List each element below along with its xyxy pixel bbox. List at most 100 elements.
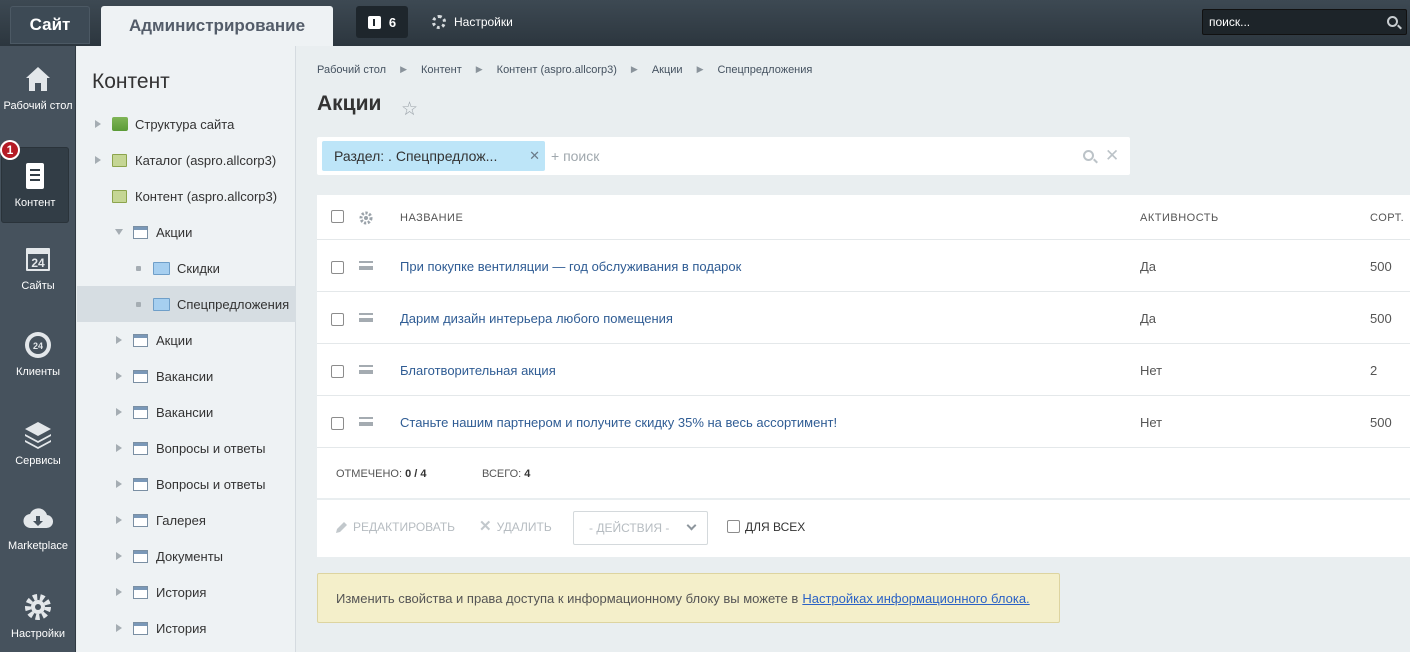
tree-item-label: История: [156, 584, 207, 600]
gear-icon[interactable]: [359, 211, 373, 225]
breadcrumb-separator-icon: ▶: [630, 64, 638, 74]
tree-item-label: История: [156, 620, 207, 636]
breadcrumb-item[interactable]: Контент: [421, 64, 462, 76]
favorite-star-icon[interactable]: ☆: [401, 98, 418, 121]
nav-desktop-label: Рабочий стол: [3, 100, 73, 112]
checked-label: ОТМЕЧЕНО:: [336, 468, 402, 480]
expand-arrow-icon[interactable]: [95, 156, 101, 164]
tree-item-site-structure[interactable]: Структура сайта: [77, 106, 296, 142]
tab-administration[interactable]: Администрирование: [101, 6, 333, 46]
breadcrumb-item[interactable]: Спецпредложения: [717, 64, 812, 76]
search-icon[interactable]: [1387, 16, 1398, 27]
row-checkbox[interactable]: [331, 417, 344, 430]
row-checkbox[interactable]: [331, 313, 344, 326]
tree-item-catalog[interactable]: Каталог (aspro.allcorp3): [77, 142, 296, 178]
chip-close-icon[interactable]: ✕: [529, 148, 540, 164]
expand-arrow-icon[interactable]: [116, 624, 122, 632]
tree-item-content-aspro[interactable]: Контент (aspro.allcorp3): [77, 178, 296, 214]
row-checkbox[interactable]: [331, 365, 344, 378]
tree-item-special-offers[interactable]: Спецпредложения: [77, 286, 296, 322]
iblock-icon: [133, 585, 148, 599]
expand-arrow-icon[interactable]: [95, 120, 101, 128]
breadcrumb-item[interactable]: Контент (aspro.allcorp3): [497, 64, 617, 76]
row-menu-icon[interactable]: [359, 313, 373, 322]
tree-item-faq[interactable]: Вопросы и ответы: [77, 430, 296, 466]
tree-item-label: Скидки: [177, 260, 220, 276]
layers-icon: [25, 422, 51, 449]
tree-item-label: Спецпредложения: [177, 296, 290, 312]
row-sort: 500: [1370, 259, 1392, 274]
row-menu-icon[interactable]: [359, 417, 373, 426]
edit-button[interactable]: РЕДАКТИРОВАТЬ: [335, 520, 455, 534]
tree-item-vacancies[interactable]: Вакансии: [77, 394, 296, 430]
filter-chip-label: Раздел: . Спецпредлож...: [334, 148, 498, 164]
tab-site[interactable]: Сайт: [10, 6, 90, 44]
breadcrumb-item[interactable]: Акции: [652, 64, 683, 76]
search-input[interactable]: поиск...: [1202, 9, 1407, 35]
svg-text:24: 24: [31, 256, 45, 270]
tree-item-history[interactable]: История: [77, 610, 296, 646]
iblock-icon: [133, 369, 148, 383]
tree-item-gallery[interactable]: Галерея: [77, 502, 296, 538]
delete-button[interactable]: ✕ УДАЛИТЬ: [479, 518, 552, 535]
nav-services[interactable]: Сервисы: [0, 419, 76, 497]
expand-arrow-icon[interactable]: [116, 516, 122, 524]
nav-desktop[interactable]: Рабочий стол: [0, 64, 76, 142]
tree-item-promotions[interactable]: Акции: [77, 322, 296, 358]
column-header-activity[interactable]: АКТИВНОСТЬ: [1140, 212, 1219, 224]
notifications-button[interactable]: 6: [356, 6, 408, 38]
edit-label: РЕДАКТИРОВАТЬ: [353, 520, 456, 534]
tree-item-promotions-expanded[interactable]: Акции: [77, 214, 296, 250]
settings-link[interactable]: Настройки: [432, 12, 513, 32]
table-row[interactable]: Станьте нашим партнером и получите скидк…: [317, 396, 1410, 448]
actions-dropdown[interactable]: - ДЕЙСТВИЯ -: [573, 511, 708, 545]
nav-marketplace[interactable]: Marketplace: [0, 504, 76, 582]
expand-arrow-icon[interactable]: [116, 552, 122, 560]
expand-arrow-icon[interactable]: [116, 444, 122, 452]
cloud-clients-icon: 24: [25, 332, 51, 358]
nav-clients[interactable]: 24 Клиенты: [0, 330, 76, 408]
iblock-settings-link[interactable]: Настройках информационного блока.: [802, 591, 1029, 606]
row-name-link[interactable]: При покупке вентиляции — год обслуживани…: [400, 259, 741, 274]
tree-item-faq[interactable]: Вопросы и ответы: [77, 466, 296, 502]
expand-arrow-icon[interactable]: [116, 336, 122, 344]
tree-item-discounts[interactable]: Скидки: [77, 250, 296, 286]
row-name-link[interactable]: Станьте нашим партнером и получите скидк…: [400, 415, 837, 430]
clear-filter-icon[interactable]: ✕: [1105, 146, 1119, 166]
column-header-name[interactable]: НАЗВАНИЕ: [400, 212, 463, 224]
tree-item-label: Каталог (aspro.allcorp3): [135, 152, 277, 168]
for-all-checkbox[interactable]: [727, 520, 740, 533]
tree-item-vacancies[interactable]: Вакансии: [77, 358, 296, 394]
row-menu-icon[interactable]: [359, 261, 373, 270]
row-checkbox[interactable]: [331, 261, 344, 274]
tree-item-documents[interactable]: Документы: [77, 538, 296, 574]
grid-header: НАЗВАНИЕ АКТИВНОСТЬ СОРТ.: [317, 195, 1410, 240]
filter-search-bar[interactable]: Раздел: . Спецпредлож... ✕ + поиск ✕: [317, 137, 1130, 175]
breadcrumb-item[interactable]: Рабочий стол: [317, 64, 386, 76]
grid-action-panel: РЕДАКТИРОВАТЬ ✕ УДАЛИТЬ - ДЕЙСТВИЯ - ДЛЯ…: [317, 502, 1410, 557]
collapse-arrow-icon[interactable]: [115, 229, 123, 235]
expand-arrow-icon[interactable]: [116, 480, 122, 488]
expand-arrow-icon[interactable]: [116, 372, 122, 380]
filter-search-placeholder[interactable]: + поиск: [551, 148, 599, 164]
tree-item-history[interactable]: История: [77, 574, 296, 610]
table-row[interactable]: Дарим дизайн интерьера любого помещения …: [317, 292, 1410, 344]
nav-clients-label: Клиенты: [15, 366, 61, 378]
select-all-checkbox[interactable]: [331, 210, 344, 223]
row-menu-icon[interactable]: [359, 365, 373, 374]
delete-x-icon: ✕: [479, 518, 492, 535]
calendar-icon: 24: [26, 248, 50, 271]
column-header-sort[interactable]: СОРТ.: [1370, 212, 1404, 224]
filter-chip[interactable]: Раздел: . Спецпредлож... ✕: [322, 141, 545, 171]
expand-arrow-icon[interactable]: [116, 408, 122, 416]
nav-settings[interactable]: Настройки: [0, 592, 76, 652]
table-row[interactable]: Благотворительная акция Нет 2: [317, 344, 1410, 396]
row-name-link[interactable]: Благотворительная акция: [400, 363, 556, 378]
table-row[interactable]: При покупке вентиляции — год обслуживани…: [317, 240, 1410, 292]
search-icon[interactable]: [1083, 150, 1094, 161]
row-name-link[interactable]: Дарим дизайн интерьера любого помещения: [400, 311, 673, 326]
expand-arrow-icon[interactable]: [116, 588, 122, 596]
elements-grid: НАЗВАНИЕ АКТИВНОСТЬ СОРТ. При покупке ве…: [317, 195, 1410, 557]
svg-text:24: 24: [33, 341, 43, 351]
nav-sites[interactable]: 24 Сайты: [0, 244, 76, 322]
